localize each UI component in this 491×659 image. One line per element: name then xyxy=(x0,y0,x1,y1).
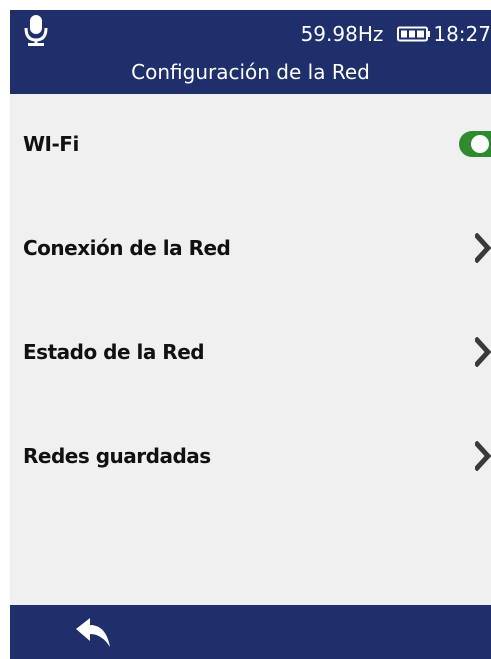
wifi-row[interactable]: WI-Fi xyxy=(10,114,491,174)
network-status-label: Estado de la Red xyxy=(23,340,205,364)
device-screen: 59.98Hz 18:27 Configuración de la Red WI… xyxy=(10,10,491,659)
saved-networks-label: Redes guardadas xyxy=(23,444,211,468)
status-indicators: 59.98Hz 18:27 xyxy=(301,20,491,48)
network-status-row[interactable]: Estado de la Red xyxy=(10,322,491,382)
page-title: Configuración de la Red xyxy=(131,60,370,84)
microphone-icon xyxy=(24,15,48,46)
chevron-right-icon xyxy=(475,233,491,263)
clock: 18:27 xyxy=(433,22,491,46)
toggle-knob xyxy=(471,135,489,153)
chevron-right-icon xyxy=(475,441,491,471)
frequency-readout: 59.98Hz xyxy=(300,22,384,46)
network-connection-row[interactable]: Conexión de la Red xyxy=(10,218,491,278)
network-connection-label: Conexión de la Red xyxy=(23,236,231,260)
bottom-bar xyxy=(10,605,491,659)
chevron-right-icon xyxy=(475,337,491,367)
back-arrow-icon[interactable] xyxy=(72,617,116,653)
wifi-toggle[interactable] xyxy=(459,131,491,157)
saved-networks-row[interactable]: Redes guardadas xyxy=(10,426,491,486)
battery-icon xyxy=(397,26,431,42)
wifi-label: WI-Fi xyxy=(23,132,79,156)
top-bar: 59.98Hz 18:27 Configuración de la Red xyxy=(10,10,491,94)
